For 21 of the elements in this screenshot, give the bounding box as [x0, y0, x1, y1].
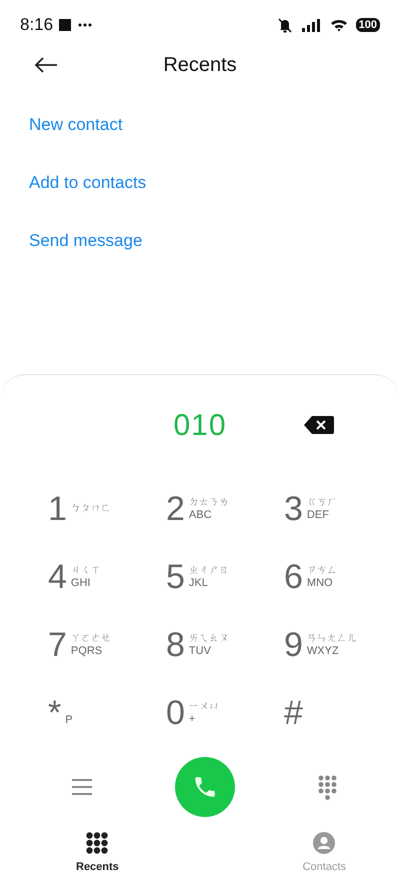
more-icon	[78, 23, 92, 27]
status-time: 8:16	[20, 14, 54, 36]
nav-tab[interactable]: Recents	[70, 831, 125, 876]
notification-icon	[59, 19, 72, 31]
action-link[interactable]: New contact	[0, 112, 152, 138]
action-link[interactable]: Send message	[0, 228, 172, 254]
grid-icon	[86, 832, 108, 854]
back-icon[interactable]	[34, 57, 58, 73]
dial-key[interactable]: *P	[48, 679, 166, 747]
page-title: Recents	[163, 53, 237, 78]
battery-level: 100	[356, 18, 380, 32]
bell-muted-icon	[278, 18, 292, 32]
dial-key[interactable]: #	[284, 679, 400, 747]
signal-icon	[302, 18, 320, 32]
dialpad-icon[interactable]	[318, 774, 338, 800]
backspace-icon[interactable]	[304, 416, 334, 434]
wifi-icon	[330, 18, 348, 32]
action-link[interactable]: Add to contacts	[0, 170, 176, 196]
menu-icon[interactable]	[72, 779, 92, 795]
person-icon	[313, 832, 336, 854]
dialed-number: 010	[173, 408, 227, 444]
